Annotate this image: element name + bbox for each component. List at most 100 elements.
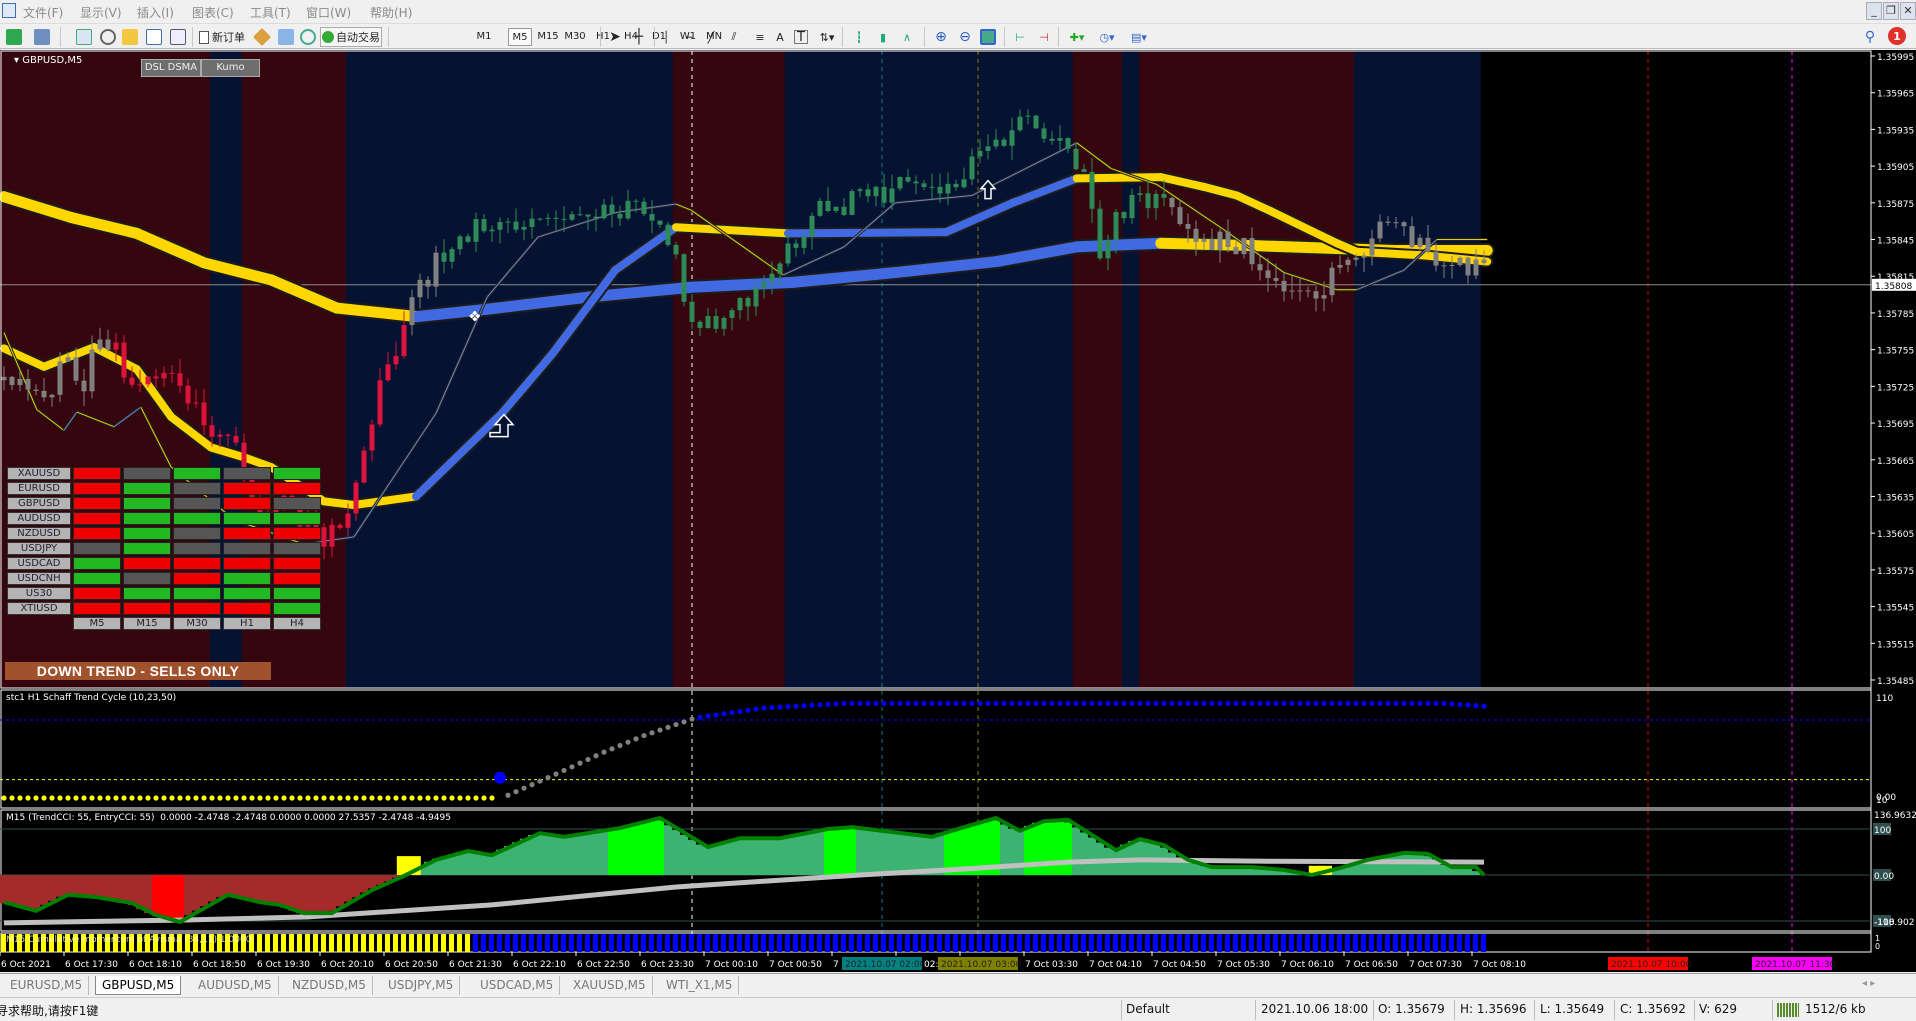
tab-wti-x1-m5[interactable]: WTI_X1,M5 bbox=[660, 976, 740, 995]
metaeditor-icon[interactable] bbox=[252, 27, 272, 47]
candle-body bbox=[1025, 115, 1031, 117]
chart-shift-icon[interactable]: ⊢ bbox=[1010, 27, 1030, 47]
templates-icon[interactable]: ▤▾ bbox=[1126, 27, 1152, 47]
stc-dot bbox=[1433, 700, 1439, 707]
connection-status-icon[interactable] bbox=[1777, 1003, 1799, 1017]
menu-item[interactable]: 显示(V) bbox=[80, 4, 122, 21]
autoscroll-icon[interactable]: ⊣ bbox=[1034, 27, 1054, 47]
new-order-label: 新订单 bbox=[212, 31, 245, 44]
navigator-icon[interactable] bbox=[122, 29, 138, 45]
dashboard-cell bbox=[223, 542, 271, 555]
candle-body bbox=[809, 215, 815, 237]
momentum-bar bbox=[937, 934, 942, 952]
cursor-tool-icon[interactable]: ➤ bbox=[606, 27, 624, 47]
tab-scroll-arrows-icon[interactable]: ◂ ▸ bbox=[1862, 978, 1875, 989]
candle-body bbox=[1353, 257, 1359, 260]
cci-histogram-bar bbox=[1040, 820, 1048, 875]
chart-symbol-label[interactable]: ▾ GBPUSD,M5 bbox=[14, 55, 82, 66]
momentum-bar bbox=[425, 934, 430, 952]
candle-body bbox=[97, 339, 103, 350]
zoom-in-icon[interactable]: ⊕ bbox=[932, 27, 950, 47]
kumo-button[interactable]: Kumo bbox=[201, 59, 260, 77]
crosshair-icon[interactable]: ┼ bbox=[630, 27, 648, 47]
fibonacci-icon[interactable]: ≡ bbox=[752, 27, 768, 47]
cci-histogram-bar bbox=[704, 845, 712, 875]
market-icon[interactable] bbox=[300, 29, 316, 45]
dsl-dsma-button[interactable]: DSL DSMA bbox=[141, 59, 201, 77]
tab-nzdusd-m5[interactable]: NZDUSD,M5 bbox=[286, 976, 373, 995]
minimize-button[interactable]: _ bbox=[1866, 2, 1882, 20]
line-chart-icon[interactable]: ∧ bbox=[898, 27, 916, 47]
cci-histogram-bar bbox=[656, 820, 664, 875]
text-tool[interactable]: A bbox=[774, 27, 786, 47]
timeframe-m5[interactable]: M5 bbox=[508, 28, 532, 46]
tab-usdjpy-m5[interactable]: USDJPY,M5 bbox=[382, 976, 461, 995]
signals-icon[interactable] bbox=[278, 29, 294, 45]
dashboard-cell bbox=[223, 497, 271, 510]
momentum-bar bbox=[353, 934, 358, 952]
momentum-bar bbox=[785, 934, 790, 952]
momentum-bar bbox=[1073, 934, 1078, 952]
bar-chart-icon[interactable]: ┇ bbox=[850, 27, 868, 47]
strategy-tester-icon[interactable] bbox=[170, 29, 186, 45]
candlestick-icon[interactable]: ▮ bbox=[874, 27, 892, 47]
horizontal-line-icon[interactable]: ─ bbox=[682, 27, 696, 47]
menu-item[interactable]: 文件(F) bbox=[23, 4, 63, 21]
indicators-icon[interactable]: ✚▾ bbox=[1064, 27, 1090, 47]
stc-dot bbox=[185, 795, 191, 801]
menu-item[interactable]: 插入(I) bbox=[137, 4, 174, 21]
menu-item[interactable]: 帮助(H) bbox=[370, 4, 412, 21]
dashboard-cell bbox=[223, 527, 271, 540]
periods-icon[interactable]: ◷▾ bbox=[1094, 27, 1120, 47]
tab-gbpusd-m5[interactable]: GBPUSD,M5 bbox=[95, 976, 182, 995]
momentum-bar bbox=[1017, 934, 1022, 952]
candle-body bbox=[841, 206, 847, 215]
data-window-icon[interactable] bbox=[100, 29, 116, 45]
text-label-icon[interactable]: T bbox=[794, 30, 808, 45]
terminal-icon[interactable] bbox=[146, 29, 162, 45]
profiles-icon[interactable] bbox=[34, 29, 50, 45]
momentum-bar bbox=[897, 934, 902, 952]
menu-item[interactable]: 图表(C) bbox=[192, 4, 234, 21]
timeframe-m30[interactable]: M30 bbox=[563, 28, 587, 46]
dashboard-symbol-xtiusd: XTIUSD bbox=[7, 602, 71, 615]
stc-dot bbox=[697, 714, 703, 720]
tab-audusd-m5[interactable]: AUDUSD,M5 bbox=[192, 976, 279, 995]
cci-histogram-bar bbox=[16, 875, 24, 908]
stc-dot bbox=[137, 795, 143, 801]
stc-dot bbox=[257, 795, 263, 801]
cci-histogram-bar bbox=[144, 875, 152, 914]
profile-name[interactable]: Default bbox=[1126, 1002, 1170, 1016]
candle-body bbox=[81, 380, 87, 392]
tile-windows-icon[interactable] bbox=[980, 29, 996, 45]
market-watch-icon[interactable] bbox=[76, 29, 92, 45]
menu-item[interactable]: 工具(T) bbox=[250, 4, 291, 21]
autotrade-button[interactable]: 自动交易 bbox=[320, 27, 382, 47]
trendline-icon[interactable]: ╱ bbox=[704, 27, 718, 47]
new-order-button[interactable]: 新订单 bbox=[196, 27, 248, 47]
restore-button[interactable]: ❐ bbox=[1883, 2, 1899, 20]
tab-usdcad-m5[interactable]: USDCAD,M5 bbox=[474, 976, 561, 995]
candle-body bbox=[137, 384, 143, 386]
dashboard-cell bbox=[273, 602, 321, 615]
channel-icon[interactable]: ⫽ bbox=[726, 27, 742, 47]
stc-dot bbox=[1153, 700, 1159, 707]
timeframe-m1[interactable]: M1 bbox=[472, 28, 496, 46]
momentum-bar bbox=[657, 934, 662, 952]
tab-xauusd-m5[interactable]: XAUUSD,M5 bbox=[567, 976, 653, 995]
new-chart-icon[interactable] bbox=[6, 29, 22, 45]
search-icon[interactable]: ⚲ bbox=[1862, 27, 1878, 47]
menu-item[interactable]: 窗口(W) bbox=[306, 4, 351, 21]
tab-eurusd-m5[interactable]: EURUSD,M5 bbox=[4, 976, 90, 995]
timeframe-m15[interactable]: M15 bbox=[536, 28, 560, 46]
candle-body bbox=[1425, 237, 1431, 252]
price-axis-label: 1.35905 bbox=[1877, 163, 1914, 173]
notification-badge[interactable]: 1 bbox=[1888, 27, 1906, 45]
vertical-line-icon[interactable]: │ bbox=[660, 27, 672, 47]
stc-dot bbox=[1017, 700, 1023, 707]
arrows-dropdown-icon[interactable]: ⇅▾ bbox=[816, 27, 838, 47]
stc-dot bbox=[1121, 700, 1127, 707]
close-button[interactable]: ✕ bbox=[1900, 2, 1916, 20]
chart-canvas[interactable]: ❖ 1.35995 1.35965 1.35935 1.35905 1.35875 1.35… bbox=[0, 50, 1916, 972]
zoom-out-icon[interactable]: ⊖ bbox=[956, 27, 974, 47]
